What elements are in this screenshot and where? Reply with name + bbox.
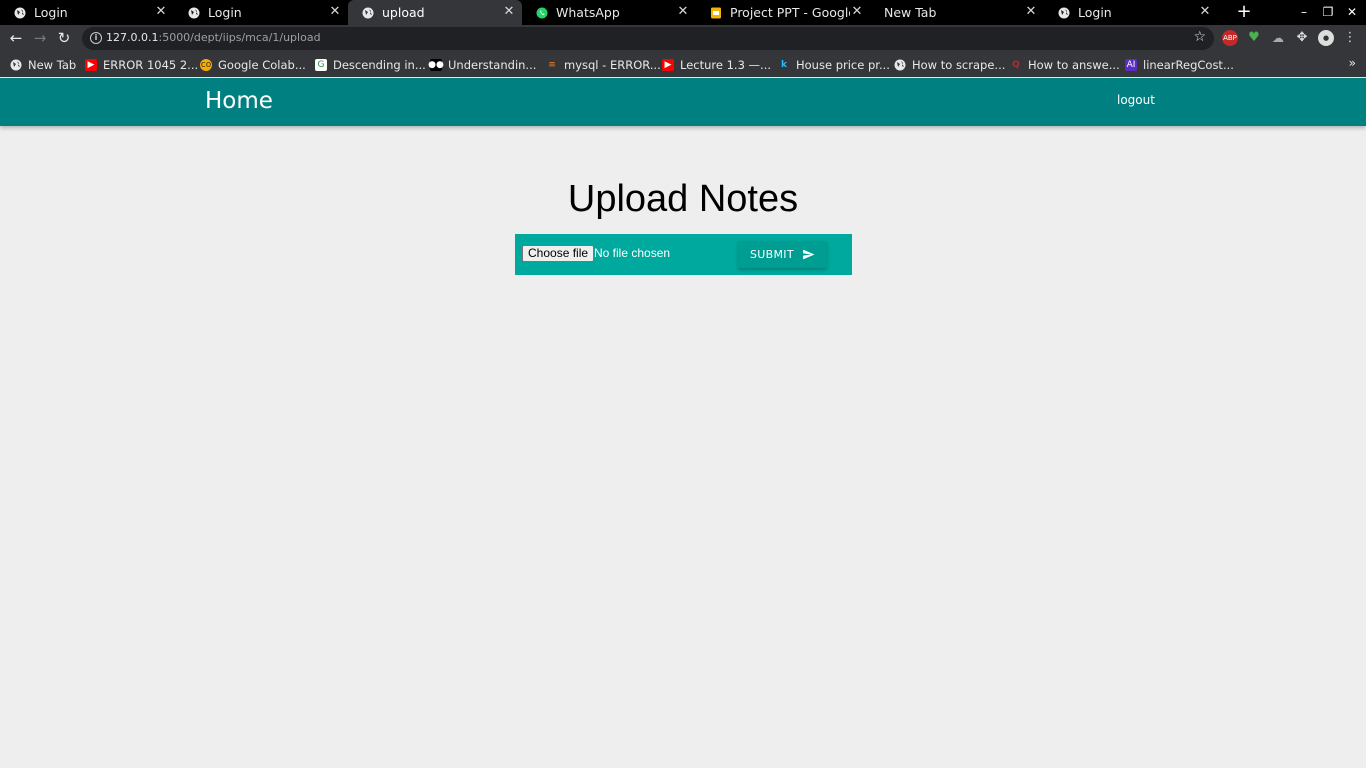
close-icon[interactable]: ✕ <box>1024 5 1038 19</box>
back-arrow-icon[interactable]: ← <box>7 29 25 47</box>
send-icon <box>803 249 815 260</box>
browser-tab[interactable]: New Tab ✕ <box>870 0 1044 25</box>
browser-tab[interactable]: Login ✕ <box>1044 0 1218 25</box>
bookmark-item[interactable]: G Descending in... <box>315 58 430 72</box>
browser-toolbar: ← → ↻ i 127.0.0.1:5000/dept/iips/mca/1/u… <box>0 25 1366 52</box>
app-navbar: Home logout <box>0 78 1366 126</box>
kaggle-icon: k <box>781 59 787 70</box>
tab-title: upload <box>382 5 425 20</box>
bookmark-item[interactable]: Q How to answe... <box>1010 58 1125 72</box>
tab-title: Login <box>1078 5 1112 20</box>
colab-icon: co <box>200 58 212 71</box>
url-text[interactable]: 127.0.0.1:5000/dept/iips/mca/1/upload <box>106 31 321 44</box>
file-status-text: No file chosen <box>594 246 671 260</box>
reload-icon[interactable]: ↻ <box>55 29 73 47</box>
close-icon[interactable]: ✕ <box>850 5 864 19</box>
home-link[interactable]: Home <box>205 88 273 114</box>
medium-icon: ●● <box>428 58 444 71</box>
browser-tab-active[interactable]: upload ✕ <box>348 0 522 25</box>
browser-tab[interactable]: WhatsApp ✕ <box>522 0 696 25</box>
browser-tab-strip: Login ✕ Login ✕ upload ✕ WhatsApp ✕ Proj… <box>0 0 1366 25</box>
tab-title: WhatsApp <box>556 5 620 20</box>
bookmark-star-icon[interactable]: ☆ <box>1193 29 1206 45</box>
heart-extension-icon[interactable]: ♥ <box>1246 30 1262 46</box>
bookmark-item[interactable]: AI linearRegCost... <box>1125 58 1235 72</box>
choose-file-button[interactable]: Choose file <box>522 245 595 262</box>
globe-icon <box>362 7 374 19</box>
tab-title: Login <box>34 5 68 20</box>
bookmark-item[interactable]: ▶ ERROR 1045 2... <box>85 58 200 72</box>
minimize-icon[interactable]: – <box>1292 0 1316 25</box>
tab-title: New Tab <box>884 5 937 20</box>
bookmark-item[interactable]: ●● Understandin... <box>428 58 546 72</box>
globe-icon <box>14 7 26 19</box>
ai-icon: AI <box>1125 58 1137 71</box>
extension-icon[interactable]: ABP <box>1222 30 1238 46</box>
youtube-icon: ▶ <box>662 58 674 71</box>
geeks-icon: G <box>315 58 327 71</box>
cloud-extension-icon[interactable]: ☁ <box>1270 30 1286 46</box>
puzzle-icon[interactable]: ✥ <box>1294 30 1310 46</box>
kebab-menu-icon[interactable]: ⋮ <box>1342 30 1358 46</box>
browser-tab[interactable]: Login ✕ <box>174 0 348 25</box>
close-icon[interactable]: ✕ <box>502 5 516 19</box>
stackoverflow-icon: ≡ <box>548 59 556 70</box>
close-icon[interactable]: ✕ <box>328 5 342 19</box>
bookmark-item[interactable]: New Tab <box>10 58 85 72</box>
whatsapp-icon <box>536 7 548 19</box>
globe-icon <box>894 59 906 71</box>
info-icon[interactable]: i <box>90 32 102 44</box>
bookmark-item[interactable]: How to scrape... <box>894 58 1010 72</box>
youtube-icon: ▶ <box>85 58 97 71</box>
new-tab-icon[interactable]: + <box>1235 3 1253 21</box>
bookmark-item[interactable]: co Google Colab... <box>200 58 315 72</box>
submit-button[interactable]: SUBMIT <box>738 241 827 268</box>
restore-icon[interactable]: ❐ <box>1316 0 1340 25</box>
tab-title: Project PPT - Google Slid <box>730 5 850 20</box>
browser-tab[interactable]: Project PPT - Google Slid ✕ <box>696 0 870 25</box>
bookmark-item[interactable]: ≡ mysql - ERROR... <box>546 58 662 72</box>
bookmarks-bar: New Tab ▶ ERROR 1045 2... co Google Cola… <box>0 52 1366 77</box>
quora-icon: Q <box>1012 59 1020 70</box>
globe-icon <box>10 59 22 71</box>
upload-form: Choose file No file chosen SUBMIT <box>515 234 852 275</box>
browser-tab[interactable]: Login ✕ <box>0 0 174 25</box>
close-icon[interactable]: ✕ <box>1198 5 1212 19</box>
bookmarks-overflow-icon[interactable]: » <box>1349 56 1356 70</box>
page-title: Upload Notes <box>567 178 799 220</box>
forward-arrow-icon[interactable]: → <box>31 29 49 47</box>
bookmark-item[interactable]: ▶ Lecture 1.3 —... <box>662 58 778 72</box>
slides-icon <box>710 7 722 19</box>
globe-icon <box>1058 7 1070 19</box>
tab-title: Login <box>208 5 242 20</box>
address-bar[interactable]: i 127.0.0.1:5000/dept/iips/mca/1/upload … <box>82 27 1214 50</box>
avatar[interactable]: ● <box>1318 30 1334 46</box>
bookmark-item[interactable]: k House price pr... <box>778 58 894 72</box>
globe-icon <box>188 7 200 19</box>
close-icon[interactable]: ✕ <box>154 5 168 19</box>
window-close-icon[interactable]: ✕ <box>1340 0 1364 25</box>
logout-link[interactable]: logout <box>1117 93 1155 107</box>
submit-label: SUBMIT <box>750 248 794 261</box>
close-icon[interactable]: ✕ <box>676 5 690 19</box>
